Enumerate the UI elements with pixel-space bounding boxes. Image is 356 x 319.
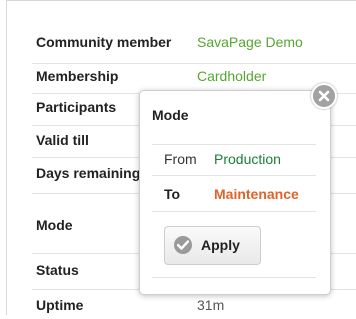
value-membership: Cardholder xyxy=(197,68,267,84)
mode-change-popup: Mode From Production To Maintenance Appl… xyxy=(139,90,331,295)
popup-divider xyxy=(152,175,316,176)
label-mode: Mode xyxy=(36,217,73,233)
apply-button[interactable]: Apply xyxy=(164,226,261,265)
popup-row-to: To Maintenance xyxy=(152,183,316,211)
label-valid-till: Valid till xyxy=(36,132,89,148)
popup-divider xyxy=(152,144,316,145)
row-community-member: Community member SavaPage Demo xyxy=(32,29,356,64)
close-icon[interactable] xyxy=(311,83,337,109)
label-days-remaining: Days remaining xyxy=(36,165,141,181)
to-value: Maintenance xyxy=(214,186,299,202)
label-participants: Participants xyxy=(36,99,117,115)
popup-divider xyxy=(152,211,316,212)
label-community-member: Community member xyxy=(36,34,172,50)
value-uptime: 31m xyxy=(197,297,225,313)
check-icon xyxy=(174,236,192,254)
label-status: Status xyxy=(36,262,79,278)
popup-divider xyxy=(152,277,316,278)
apply-label: Apply xyxy=(201,237,240,253)
label-uptime: Uptime xyxy=(36,297,84,313)
popup-row-from: From Production xyxy=(152,150,316,178)
popup-title: Mode xyxy=(152,107,189,123)
from-label: From xyxy=(164,151,197,167)
from-value: Production xyxy=(214,151,281,167)
value-community-member[interactable]: SavaPage Demo xyxy=(197,34,303,50)
to-label: To xyxy=(164,186,181,202)
label-membership: Membership xyxy=(36,68,119,84)
